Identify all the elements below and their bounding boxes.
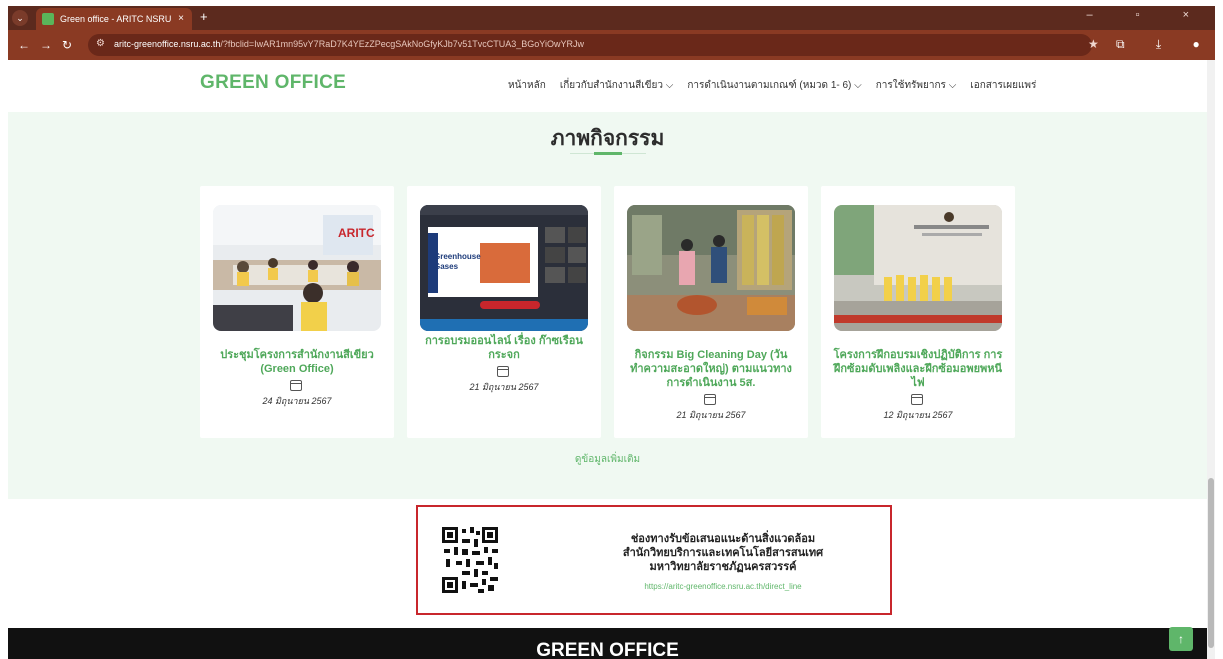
activity-photo-online-training[interactable]: Greenhouse Gases: [420, 205, 588, 331]
window-controls[interactable]: – ▫ ×: [1086, 9, 1209, 21]
activity-card-2[interactable]: Greenhouse Gases การอบรมออนไลน์ เรื่อง ก…: [407, 186, 601, 438]
screenshot-frame: ⌄ Green office - ARITC NSRU × + – ▫ × ← …: [0, 0, 1223, 659]
url-field[interactable]: ⚙ aritc-greenoffice.nsru.ac.th/?fbclid=I…: [88, 34, 1092, 56]
web-page: GREEN OFFICE หน้าหลัก เกี่ยวกับสำนักงานส…: [8, 60, 1207, 659]
activity-title-1[interactable]: ประชุมโครงการสำนักงานสีเขียว (Green Offi…: [210, 348, 384, 376]
calendar-icon: [911, 394, 923, 405]
footer-title: GREEN OFFICE: [536, 640, 679, 659]
url-path: /?fbclid=IwAR1mn95vY7RaD7K4YEzZPecgSAkNo…: [220, 39, 584, 49]
tab-close-icon[interactable]: ×: [178, 8, 184, 30]
nav-item-criteria[interactable]: การดำเนินงานตามเกณฑ์ (หมวด 1- 6) ⌵: [687, 78, 861, 93]
tab-title: Green office - ARITC NSRU: [60, 14, 172, 24]
browser-tab-bar: ⌄ Green office - ARITC NSRU × + – ▫ ×: [8, 6, 1215, 30]
new-tab-button[interactable]: +: [200, 9, 208, 24]
toolbar-icons[interactable]: ⧉ ⤓ ●: [1116, 37, 1214, 52]
activity-date-4: 12 มิถุนายน 2567: [883, 410, 953, 420]
activity-photo-fire-drill[interactable]: [834, 205, 1002, 331]
feedback-contact-box: ช่องทางรับข้อเสนอแนะด้านสิ่งแวดล้อม สำนั…: [416, 505, 892, 615]
back-icon[interactable]: ←: [18, 38, 30, 52]
svg-text:Greenhouse: Greenhouse: [434, 252, 481, 261]
favicon-icon: [42, 13, 54, 25]
activity-photo-cleaning-day[interactable]: [627, 205, 795, 331]
url-domain: aritc-greenoffice.nsru.ac.th: [114, 39, 221, 49]
activity-section: ภาพกิจกรรม ARITC ประชุมโครงการสำนักงานสี…: [8, 112, 1207, 499]
browser-tab[interactable]: Green office - ARITC NSRU ×: [36, 8, 192, 30]
site-footer: GREEN OFFICE: [8, 628, 1207, 659]
title-underline: [594, 152, 622, 155]
activity-card-4[interactable]: โครงการฝึกอบรมเชิงปฏิบัติการ การฝึกซ้อมด…: [821, 186, 1015, 438]
direct-line-link[interactable]: https://aritc-greenoffice.nsru.ac.th/dir…: [598, 582, 848, 591]
activity-title-4[interactable]: โครงการฝึกอบรมเชิงปฏิบัติการ การฝึกซ้อมด…: [831, 348, 1005, 390]
activity-date-3: 21 มิถุนายน 2567: [676, 410, 746, 420]
browser-address-bar: ← → ↻ ⚙ aritc-greenoffice.nsru.ac.th/?fb…: [8, 30, 1215, 60]
activity-photo-meeting[interactable]: ARITC: [213, 205, 381, 331]
forward-icon[interactable]: →: [40, 38, 52, 52]
svg-text:Gases: Gases: [434, 262, 459, 271]
calendar-icon: [290, 380, 302, 391]
scroll-to-top-button[interactable]: ↑: [1169, 627, 1193, 651]
activity-card-1[interactable]: ARITC ประชุมโครงการสำนักงานสีเขียว (Gree…: [200, 186, 394, 438]
view-more-link[interactable]: ดูข้อมูลเพิ่มเติม: [8, 452, 1207, 467]
activity-date-1: 24 มิถุนายน 2567: [262, 396, 332, 406]
contact-university: มหาวิทยาลัยราชภัฏนครสวรรค์: [649, 561, 797, 573]
activity-date-2: 21 มิถุนายน 2567: [469, 382, 539, 392]
svg-text:ARITC: ARITC: [338, 226, 375, 240]
tab-search-icon[interactable]: ⌄: [12, 10, 28, 26]
url-text: aritc-greenoffice.nsru.ac.th/?fbclid=IwA…: [114, 39, 584, 49]
activity-card-3[interactable]: กิจกรรม Big Cleaning Day (วันทำความสะอาด…: [614, 186, 808, 438]
nav-item-about[interactable]: เกี่ยวกับสำนักงานสีเขียว ⌵: [560, 78, 673, 93]
section-title: ภาพกิจกรรม: [550, 127, 665, 150]
site-settings-icon[interactable]: ⚙: [96, 38, 105, 49]
nav-item-resources[interactable]: การใช้ทรัพยากร ⌵: [876, 78, 957, 93]
calendar-icon: [704, 394, 716, 405]
site-header: GREEN OFFICE หน้าหลัก เกี่ยวกับสำนักงานส…: [8, 60, 1207, 112]
page-scrollbar[interactable]: [1207, 60, 1215, 659]
scrollbar-thumb[interactable]: [1208, 478, 1214, 648]
calendar-icon: [497, 366, 509, 377]
reload-icon[interactable]: ↻: [62, 38, 72, 52]
activity-title-3[interactable]: กิจกรรม Big Cleaning Day (วันทำความสะอาด…: [624, 348, 798, 390]
main-nav: หน้าหลัก เกี่ยวกับสำนักงานสีเขียว ⌵ การด…: [508, 78, 1050, 93]
site-logo[interactable]: GREEN OFFICE: [200, 72, 346, 94]
activity-title-2[interactable]: การอบรมออนไลน์ เรื่อง ก๊าซเรือนกระจก: [417, 334, 591, 362]
qr-code-icon[interactable]: [442, 527, 498, 593]
bookmark-star-icon[interactable]: ★: [1088, 37, 1099, 51]
nav-item-home[interactable]: หน้าหลัก: [508, 78, 546, 93]
nav-item-documents[interactable]: เอกสารเผยแพร่: [970, 78, 1036, 93]
